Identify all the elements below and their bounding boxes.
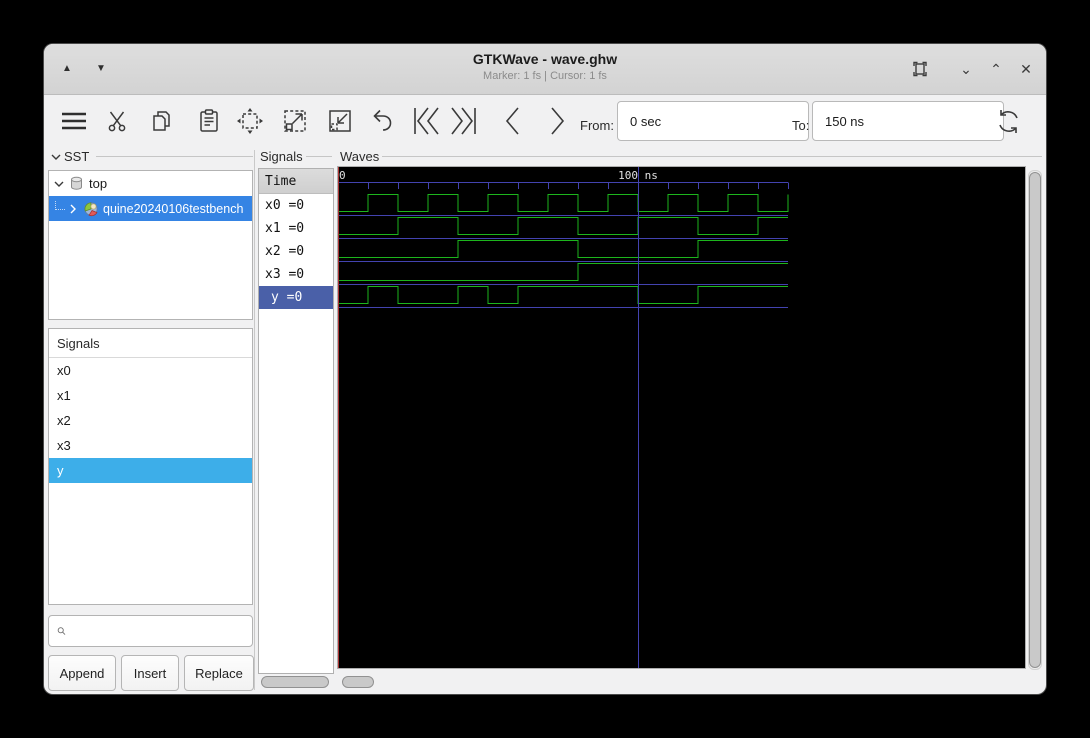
tree-item-label: quine20240106testbench — [103, 201, 244, 216]
zoom-shrink-icon — [329, 110, 351, 132]
undo-icon — [373, 109, 392, 131]
tree-expander-closed-icon[interactable] — [67, 203, 79, 215]
paste-button[interactable] — [196, 106, 222, 136]
close-button[interactable]: ✕ — [1017, 60, 1035, 78]
list-item-x3[interactable]: x3 — [49, 433, 252, 458]
sst-tree-panel: top quine20240106testbench — [48, 170, 253, 320]
copy-button[interactable] — [148, 106, 174, 136]
minimize-button[interactable]: ⌄ — [957, 60, 975, 78]
clipboard-icon — [200, 109, 218, 132]
fullscreen-button[interactable] — [911, 60, 929, 78]
scissors-icon — [108, 111, 126, 132]
append-button[interactable]: Append — [48, 655, 116, 691]
trace-label-x0[interactable]: x0 =0 — [259, 194, 333, 217]
list-item-x0[interactable]: x0 — [49, 358, 252, 383]
shift-right-button[interactable] — [546, 106, 568, 136]
trace-label-x2[interactable]: x2 =0 — [259, 240, 333, 263]
search-icon — [57, 627, 66, 635]
sst-frame-label: SST — [64, 149, 90, 164]
waveform-plot: 0 100 ns — [338, 167, 789, 668]
window-title: GTKWave - wave.ghw — [472, 51, 618, 67]
signal-search-box — [48, 615, 253, 647]
signal-name-panel: Time x0 =0 x1 =0 x2 =0 x3 =0 y =0 — [258, 168, 334, 674]
from-label: From: — [580, 118, 614, 133]
hamburger-icon — [62, 112, 86, 130]
svg-text:0: 0 — [339, 169, 346, 182]
waves-frame-label: Waves — [340, 149, 380, 164]
testbench-icon — [84, 201, 98, 216]
search-input[interactable] — [72, 617, 252, 645]
signal-browser-header: Signals — [49, 329, 252, 358]
trace-label-x3[interactable]: x3 =0 — [259, 263, 333, 286]
from-input[interactable] — [617, 101, 809, 141]
list-item-x2[interactable]: x2 — [49, 408, 252, 433]
list-item-x1[interactable]: x1 — [49, 383, 252, 408]
zoom-fit-icon — [237, 108, 263, 134]
wave-vscrollbar-thumb[interactable] — [1029, 172, 1041, 668]
tree-expander-open-icon[interactable] — [53, 178, 65, 190]
menu-button[interactable] — [59, 106, 89, 136]
zoom-in-button[interactable] — [281, 106, 309, 136]
trace-label-y[interactable]: y =0 — [259, 286, 333, 309]
shift-left-button[interactable] — [502, 106, 524, 136]
zoom-to-end-button[interactable] — [447, 106, 479, 136]
trace-label-x1[interactable]: x1 =0 — [259, 217, 333, 240]
tree-connector — [55, 201, 65, 210]
pane-splitter[interactable] — [254, 150, 255, 690]
zoom-fit-button[interactable] — [236, 106, 264, 136]
gtkwave-window: ▲ ▼ GTKWave - wave.ghw Marker: 1 fs | Cu… — [44, 44, 1046, 694]
tree-item-top[interactable]: top — [49, 171, 252, 196]
skip-to-start-icon — [414, 107, 439, 135]
skip-to-end-icon — [451, 107, 476, 135]
wave-canvas[interactable]: 0 100 ns — [338, 167, 1025, 668]
replace-button[interactable]: Replace — [184, 655, 254, 691]
cut-button[interactable] — [105, 106, 129, 136]
marker-cursor-status: Marker: 1 fs | Cursor: 1 fs — [483, 70, 607, 82]
wave-vscrollbar-track[interactable] — [1028, 170, 1042, 670]
time-header: Time — [259, 169, 333, 194]
tree-item-testbench[interactable]: quine20240106testbench — [49, 196, 252, 221]
zoom-to-start-button[interactable] — [411, 106, 443, 136]
chevron-right-icon — [551, 107, 565, 135]
signals-frame-label: Signals — [260, 149, 303, 164]
tree-item-label: top — [89, 176, 108, 191]
sst-collapse-icon[interactable] — [50, 150, 62, 164]
titlebar: ▲ ▼ GTKWave - wave.ghw Marker: 1 fs | Cu… — [44, 44, 1046, 95]
zoom-expand-icon — [284, 110, 306, 132]
copy-icon — [153, 111, 170, 131]
signal-browser-panel: Signals x0 x1 x2 x3 y — [48, 328, 253, 605]
module-icon — [71, 176, 82, 190]
to-label: To: — [792, 118, 810, 133]
fullscreen-icon — [913, 61, 927, 77]
undo-button[interactable] — [369, 106, 395, 136]
to-input[interactable] — [812, 101, 1004, 141]
reload-button[interactable] — [994, 106, 1022, 136]
wave-hscrollbar-thumb[interactable] — [342, 676, 374, 688]
list-item-y[interactable]: y — [49, 458, 252, 483]
maximize-button[interactable]: ⌃ — [987, 60, 1005, 78]
insert-button[interactable]: Insert — [121, 655, 179, 691]
signal-panel-hscrollbar[interactable] — [261, 676, 329, 688]
reload-icon — [998, 109, 1018, 133]
chevron-left-icon — [505, 107, 519, 135]
zoom-out-button[interactable] — [326, 106, 354, 136]
